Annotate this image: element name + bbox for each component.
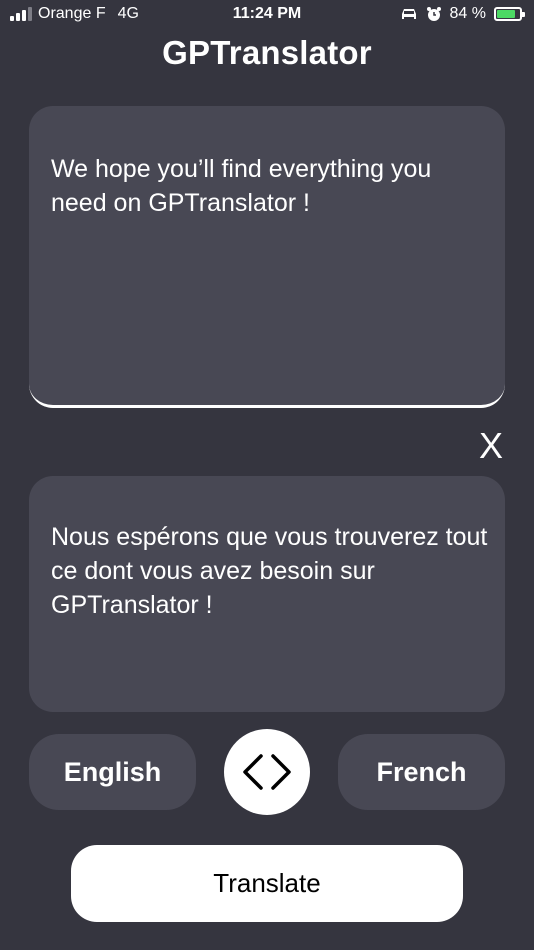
status-bar: Orange F 4G 11:24 PM 84 % xyxy=(0,0,534,30)
swap-arrows-icon xyxy=(243,754,291,790)
alarm-icon xyxy=(426,7,441,21)
battery-percent: 84 % xyxy=(449,5,486,22)
translate-button[interactable]: Translate xyxy=(71,845,463,922)
app-title: GPTranslator xyxy=(162,34,372,71)
target-language-button[interactable]: French xyxy=(338,734,505,810)
source-text[interactable]: We hope you’ll find everything you need … xyxy=(51,152,491,220)
source-language-button[interactable]: English xyxy=(29,734,196,810)
battery-icon xyxy=(494,7,525,21)
source-text-area[interactable]: We hope you’ll find everything you need … xyxy=(29,106,505,408)
swap-languages-button[interactable] xyxy=(224,729,310,815)
translation-text: Nous espérons que vous trouverez tout ce… xyxy=(51,523,488,619)
translation-output-area: Nous espérons que vous trouverez tout ce… xyxy=(29,476,505,712)
car-icon xyxy=(401,9,416,19)
status-right: 84 % xyxy=(400,5,525,23)
clear-button[interactable]: X xyxy=(474,426,508,466)
